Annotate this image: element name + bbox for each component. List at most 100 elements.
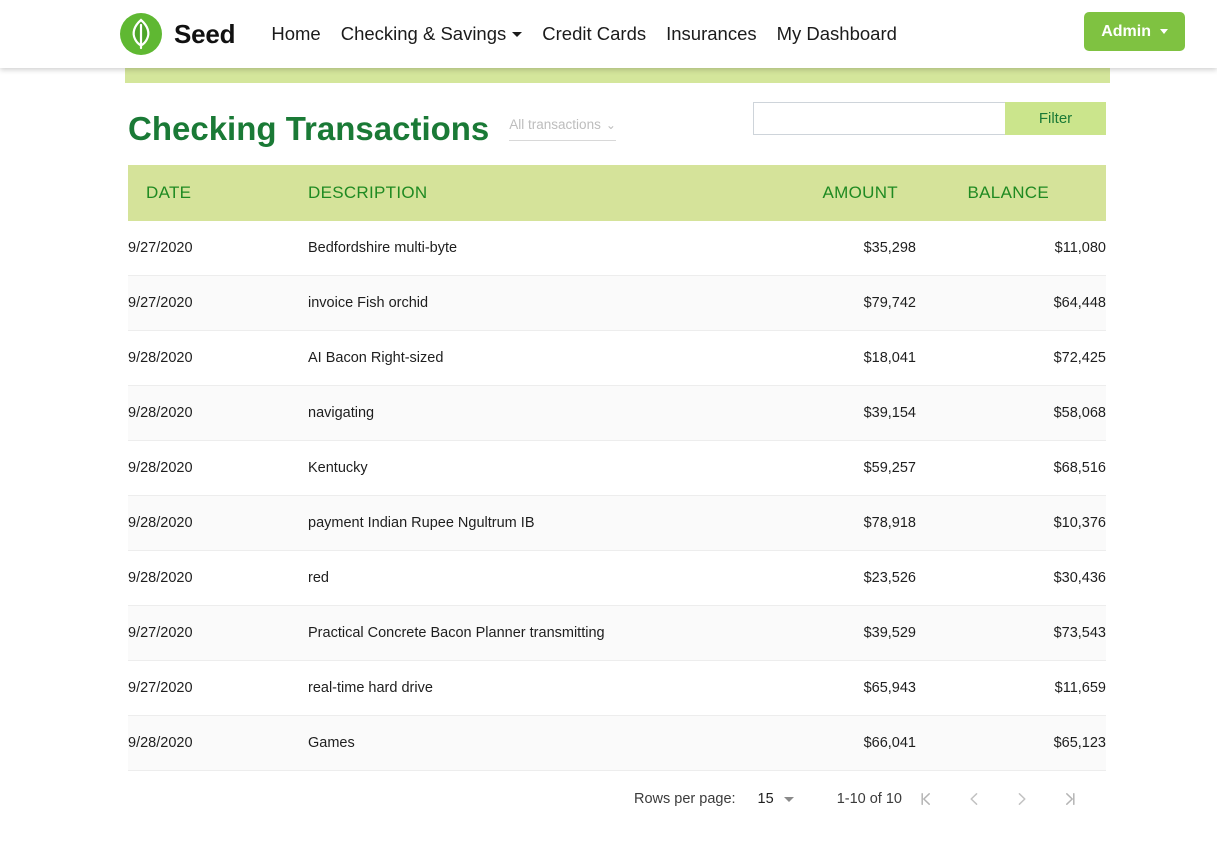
transactions-table-wrapper: DATE DESCRIPTION AMOUNT BALANCE 9/27/202… (128, 165, 1106, 771)
table-row[interactable]: 9/28/2020navigating$39,154$58,068 (128, 386, 1106, 441)
cell-amount: $79,742 (726, 276, 916, 331)
top-navbar: Seed Home Checking & Savings Credit Card… (0, 0, 1217, 68)
admin-dropdown-button[interactable]: Admin (1084, 12, 1185, 51)
rows-per-page-select[interactable]: 15 (758, 791, 794, 807)
cell-description: Games (308, 716, 726, 771)
filter-search-input[interactable] (753, 102, 1005, 135)
table-row[interactable]: 9/28/2020Kentucky$59,257$68,516 (128, 441, 1106, 496)
transactions-table: DATE DESCRIPTION AMOUNT BALANCE 9/27/202… (128, 165, 1106, 771)
filter-group: Filter (753, 102, 1106, 135)
cell-balance: $11,659 (916, 661, 1106, 716)
cell-date: 9/28/2020 (128, 441, 308, 496)
cell-balance: $11,080 (916, 221, 1106, 276)
cell-balance: $65,123 (916, 716, 1106, 771)
table-row[interactable]: 9/28/2020Games$66,041$65,123 (128, 716, 1106, 771)
admin-button-label: Admin (1101, 23, 1151, 41)
table-head: DATE DESCRIPTION AMOUNT BALANCE (128, 165, 1106, 221)
cell-amount: $59,257 (726, 441, 916, 496)
cell-date: 9/28/2020 (128, 386, 308, 441)
cell-description: invoice Fish orchid (308, 276, 726, 331)
table-row[interactable]: 9/27/2020Bedfordshire multi-byte$35,298$… (128, 221, 1106, 276)
first-page-icon (917, 790, 935, 808)
column-header-description[interactable]: DESCRIPTION (308, 165, 726, 221)
table-body: 9/27/2020Bedfordshire multi-byte$35,298$… (128, 221, 1106, 771)
chevron-down-icon (512, 32, 522, 37)
previous-page-icon (965, 790, 983, 808)
cell-balance: $72,425 (916, 331, 1106, 386)
page-title: Checking Transactions (128, 112, 489, 145)
title-row: Checking Transactions All transactions ⌄… (128, 83, 1106, 145)
cell-description: payment Indian Rupee Ngultrum IB (308, 496, 726, 551)
cell-amount: $23,526 (726, 551, 916, 606)
cell-balance: $68,516 (916, 441, 1106, 496)
cell-amount: $35,298 (726, 221, 916, 276)
cell-balance: $73,543 (916, 606, 1106, 661)
cell-date: 9/28/2020 (128, 551, 308, 606)
cell-amount: $39,154 (726, 386, 916, 441)
chevron-down-icon (784, 797, 794, 802)
cell-date: 9/28/2020 (128, 496, 308, 551)
nav-link-insurances[interactable]: Insurances (656, 0, 767, 68)
cell-date: 9/27/2020 (128, 606, 308, 661)
cell-date: 9/28/2020 (128, 716, 308, 771)
table-header-row: DATE DESCRIPTION AMOUNT BALANCE (128, 165, 1106, 221)
column-header-date[interactable]: DATE (128, 165, 308, 221)
cell-amount: $66,041 (726, 716, 916, 771)
nav-link-credit-cards[interactable]: Credit Cards (532, 0, 656, 68)
chevron-down-icon: ⌄ (606, 119, 616, 131)
cell-amount: $39,529 (726, 606, 916, 661)
cell-balance: $10,376 (916, 496, 1106, 551)
table-row[interactable]: 9/28/2020red$23,526$30,436 (128, 551, 1106, 606)
cell-balance: $64,448 (916, 276, 1106, 331)
column-header-amount[interactable]: AMOUNT (726, 165, 916, 221)
leaf-circle-logo-icon (119, 12, 163, 56)
nav-link-checking-savings-label: Checking & Savings (341, 23, 507, 45)
pagination-range-label: 1-10 of 10 (837, 791, 902, 807)
cell-description: real-time hard drive (308, 661, 726, 716)
previous-page-button[interactable] (950, 779, 998, 819)
cell-description: Bedfordshire multi-byte (308, 221, 726, 276)
paginator: Rows per page: 15 1-10 of 10 (128, 771, 1106, 827)
cell-description: Practical Concrete Bacon Planner transmi… (308, 606, 726, 661)
nav-link-home[interactable]: Home (261, 0, 330, 68)
rows-per-page-value: 15 (758, 791, 774, 807)
transactions-filter-select[interactable]: All transactions ⌄ (509, 117, 616, 141)
next-page-icon (1013, 790, 1031, 808)
table-row[interactable]: 9/28/2020payment Indian Rupee Ngultrum I… (128, 496, 1106, 551)
nav-links: Home Checking & Savings Credit Cards Ins… (261, 0, 907, 68)
cell-balance: $58,068 (916, 386, 1106, 441)
cell-description: Kentucky (308, 441, 726, 496)
last-page-button[interactable] (1046, 779, 1094, 819)
last-page-icon (1061, 790, 1079, 808)
cell-balance: $30,436 (916, 551, 1106, 606)
nav-link-credit-cards-label: Credit Cards (542, 23, 646, 44)
cell-date: 9/27/2020 (128, 661, 308, 716)
table-row[interactable]: 9/27/2020invoice Fish orchid$79,742$64,4… (128, 276, 1106, 331)
nav-link-checking-savings[interactable]: Checking & Savings (331, 23, 533, 45)
brand[interactable]: Seed (119, 12, 235, 56)
cell-amount: $65,943 (726, 661, 916, 716)
nav-link-my-dashboard-label: My Dashboard (777, 23, 897, 44)
table-row[interactable]: 9/27/2020Practical Concrete Bacon Planne… (128, 606, 1106, 661)
cell-amount: $78,918 (726, 496, 916, 551)
cell-date: 9/28/2020 (128, 331, 308, 386)
cell-date: 9/27/2020 (128, 221, 308, 276)
cell-description: red (308, 551, 726, 606)
column-header-balance[interactable]: BALANCE (916, 165, 1106, 221)
brand-name: Seed (174, 19, 235, 50)
first-page-button[interactable] (902, 779, 950, 819)
nav-link-home-label: Home (271, 23, 320, 44)
transactions-filter-value: All transactions (509, 117, 601, 132)
nav-link-my-dashboard[interactable]: My Dashboard (767, 0, 907, 68)
next-page-button[interactable] (998, 779, 1046, 819)
chevron-down-icon (1160, 29, 1168, 34)
filter-button[interactable]: Filter (1005, 102, 1106, 135)
table-row[interactable]: 9/27/2020real-time hard drive$65,943$11,… (128, 661, 1106, 716)
cell-description: navigating (308, 386, 726, 441)
cell-amount: $18,041 (726, 331, 916, 386)
page-content: Checking Transactions All transactions ⌄… (0, 83, 1217, 827)
cell-date: 9/27/2020 (128, 276, 308, 331)
nav-link-insurances-label: Insurances (666, 23, 757, 44)
rows-per-page-label: Rows per page: (634, 791, 736, 807)
table-row[interactable]: 9/28/2020AI Bacon Right-sized$18,041$72,… (128, 331, 1106, 386)
